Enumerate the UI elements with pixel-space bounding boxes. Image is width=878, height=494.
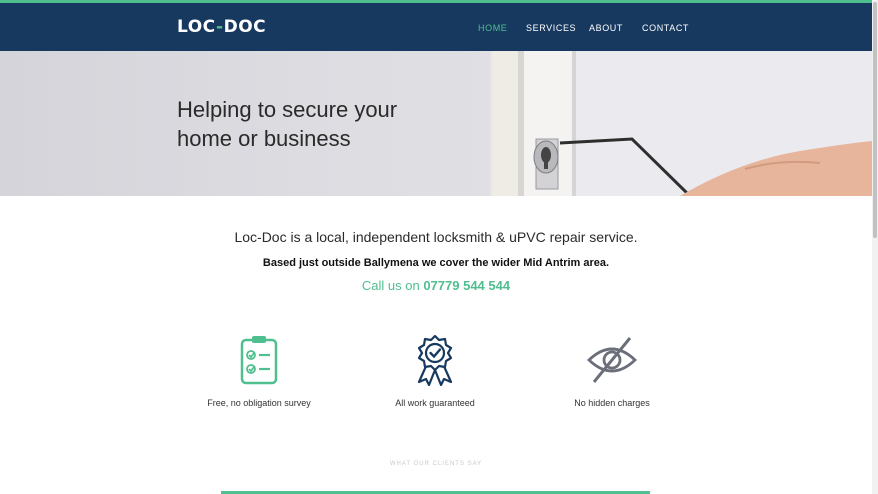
- clipboard-check-icon: [240, 336, 278, 385]
- feature-charges-label: No hidden charges: [574, 398, 650, 408]
- feature-guarantee-label: All work guaranteed: [395, 398, 475, 408]
- coverage-text: Based just outside Ballymena we cover th…: [262, 257, 610, 269]
- feature-charges: No hidden charges: [532, 334, 692, 408]
- intro-text: Loc-Doc is a local, independent locksmit…: [234, 229, 638, 245]
- award-badge-icon: [417, 334, 453, 386]
- nav-home[interactable]: HOME: [478, 23, 507, 33]
- nav-about[interactable]: ABOUT: [589, 23, 623, 33]
- feature-survey: Free, no obligation survey: [179, 334, 339, 408]
- phone-number[interactable]: 07779 544 544: [423, 278, 510, 293]
- eye-slash-icon: [586, 337, 638, 383]
- navbar: LOC-DOC HOME SERVICES ABOUT CONTACT: [0, 3, 872, 51]
- logo[interactable]: LOC-DOC: [177, 17, 266, 37]
- hero-banner: Helping to secure your home or business: [0, 51, 872, 196]
- call-us: Call us on 07779 544 544: [361, 278, 511, 293]
- hero-heading: Helping to secure your home or business: [177, 97, 398, 151]
- feature-survey-label: Free, no obligation survey: [207, 398, 311, 408]
- feature-guarantee: All work guaranteed: [355, 334, 515, 408]
- door-lock-image: [490, 51, 872, 196]
- nav-services[interactable]: SERVICES: [526, 23, 576, 33]
- nav-contact[interactable]: CONTACT: [642, 23, 689, 33]
- scrollbar-thumb[interactable]: [873, 2, 877, 238]
- clients-heading: WHAT OUR CLIENTS SAY: [389, 461, 483, 467]
